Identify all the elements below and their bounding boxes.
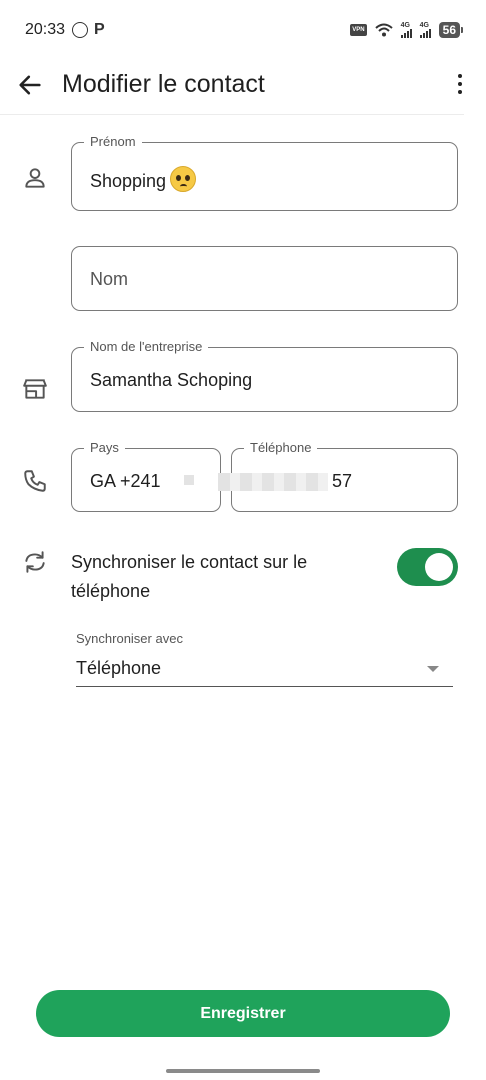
status-bar: 20:33 P VPN 4G 4G 56	[0, 0, 486, 62]
country-label: Pays	[84, 440, 125, 456]
app-bar-divider	[0, 114, 464, 115]
redacted-area	[184, 475, 194, 485]
store-icon	[23, 379, 47, 399]
first-name-value-wrap: Shopping	[90, 166, 197, 192]
status-time: 20:33	[25, 21, 66, 38]
sync-toggle-knob	[425, 553, 453, 581]
sync-toggle[interactable]	[397, 548, 458, 586]
country-value: GA +241	[90, 471, 161, 491]
company-field[interactable]: Nom de l'entreprise Samantha Schoping	[71, 339, 458, 412]
more-vert-icon[interactable]	[454, 72, 466, 96]
save-button[interactable]: Enregistrer	[36, 990, 450, 1037]
wifi-icon	[374, 23, 393, 37]
signal-sim1-icon: 4G	[400, 22, 412, 38]
system-icons: VPN 4G 4G 56	[350, 22, 464, 38]
dropdown-caret-icon	[427, 666, 439, 672]
notification-icons: P	[72, 22, 105, 38]
sim1-tech-label: 4G	[400, 22, 410, 29]
whatsapp-icon	[72, 22, 88, 38]
sim2-tech-label: 4G	[419, 22, 429, 29]
page-title: Modifier le contact	[62, 70, 265, 98]
last-name-field[interactable]: Nom	[71, 246, 458, 311]
phone-value-suffix: 57	[332, 471, 353, 491]
redacted-phone-digits	[218, 473, 328, 491]
first-name-value: Shopping	[90, 171, 167, 191]
sync-icon	[25, 551, 45, 573]
signal-sim2-icon: 4G	[419, 22, 431, 38]
country-code-field[interactable]: Pays GA +241	[71, 440, 221, 512]
sync-contact-label: Synchroniser le contact sur le téléphone	[71, 552, 308, 601]
last-name-placeholder: Nom	[90, 269, 129, 289]
first-name-label: Prénom	[84, 134, 142, 150]
sync-with-value: Téléphone	[76, 658, 162, 678]
sync-with-label: Synchroniser avec	[76, 631, 183, 646]
phone-icon	[24, 470, 46, 492]
phone-number-field[interactable]: Téléphone 57	[218, 440, 458, 512]
app-bar: Modifier le contact	[0, 62, 486, 114]
pleading-face-emoji-icon	[170, 166, 197, 192]
vpn-icon: VPN	[350, 24, 367, 36]
first-name-field[interactable]: Prénom Shopping	[71, 134, 458, 211]
arrow-left-icon[interactable]	[16, 71, 44, 99]
sync-with-select[interactable]: Téléphone	[76, 655, 453, 687]
parking-icon: P	[94, 21, 105, 38]
person-icon	[25, 168, 45, 188]
company-value: Samantha Schoping	[90, 370, 253, 390]
company-label: Nom de l'entreprise	[84, 339, 209, 355]
home-indicator[interactable]	[166, 1069, 320, 1073]
battery-icon: 56	[438, 22, 464, 38]
phone-label: Téléphone	[244, 440, 318, 456]
